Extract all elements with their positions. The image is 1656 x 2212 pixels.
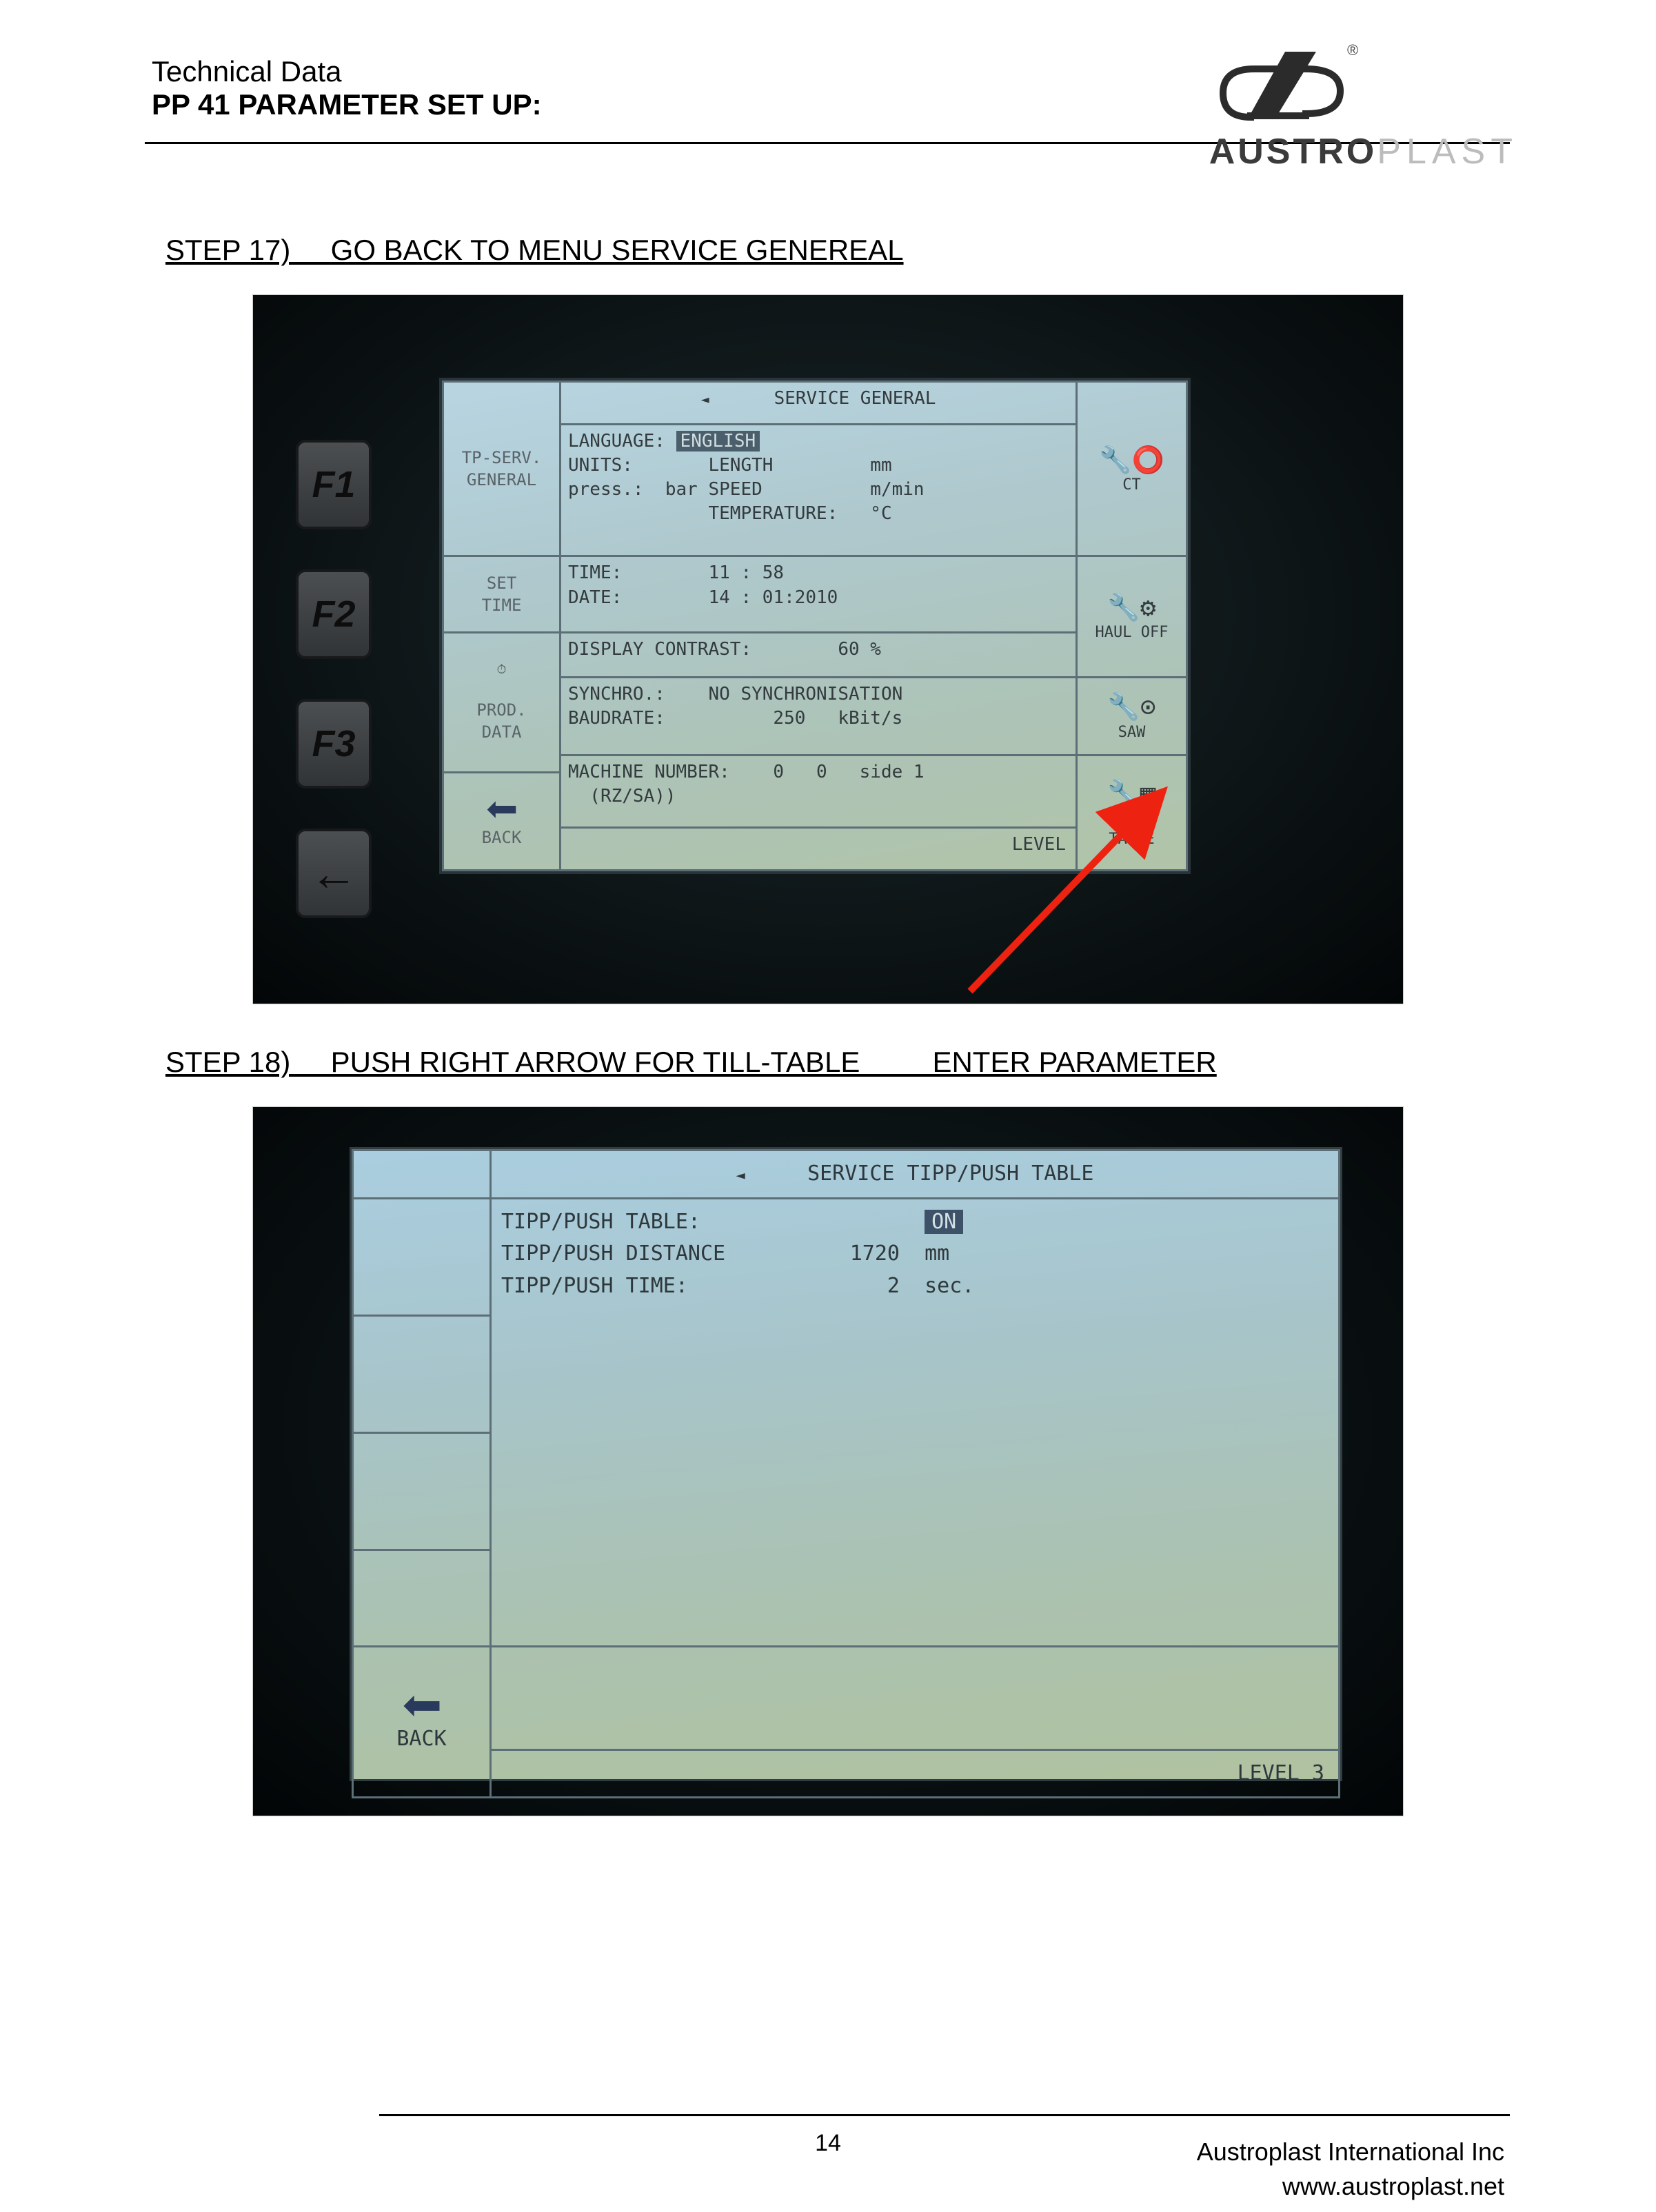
lcd-screen-1: TP-SERV. GENERAL ◄ SERVICE GENERAL 🔧⭕CT … [439,378,1191,874]
panel-blank [491,1646,1340,1749]
lcd-screen-2: ◄ SERVICE TIPP/PUSH TABLE TIPP/PUSH TABL… [350,1147,1342,1781]
nav-blank-5 [353,1550,491,1646]
step-17-heading: STEP 17) GO BACK TO MENU SERVICE GENEREA… [165,234,1504,267]
back-arrow-icon: ⬅ [451,793,552,826]
footer-url: www.austroplast.net [1197,2169,1504,2204]
nav-back-2[interactable]: ⬅BACK [353,1646,491,1798]
brand-bold: AUSTRO [1209,132,1377,172]
nav-blank-1 [353,1150,491,1199]
back-arrow-icon: ⬅ [363,1689,480,1723]
nav-blank-2 [353,1198,491,1315]
page-header: Technical Data PP 41 PARAMETER SET UP: ®… [152,55,1504,121]
language-value[interactable]: ENGLISH [676,431,760,451]
nav-tp-serv-general[interactable]: TP-SERV. GENERAL [443,382,561,556]
left-arrow-key[interactable]: ← [296,829,372,918]
nav-prod-data[interactable]: ⏱PROD. DATA [443,633,561,772]
brand-light: PLAST [1377,132,1518,172]
panel-contrast: DISPLAY CONTRAST: 60 % [561,633,1077,677]
wrench-icon: 🔧⊙ [1084,689,1179,724]
screen1-title: ◄ SERVICE GENERAL [561,382,1077,425]
screenshot-2: ◄ SERVICE TIPP/PUSH TABLE TIPP/PUSH TABL… [252,1106,1404,1816]
panel-language-units: LANGUAGE: ENGLISH UNITS: LENGTH mm press… [561,424,1077,556]
svg-text:®: ® [1347,41,1358,59]
f2-key[interactable]: F2 [296,569,372,659]
screenshot-1: F1 F2 F3 ← TP-SERV. GENERAL ◄ SERVICE GE… [252,294,1404,1004]
footer-company: Austroplast International Inc [1197,2135,1504,2169]
wrench-icon: 🔧▦ [1084,776,1179,811]
nav-back[interactable]: ⬅BACK [443,772,561,870]
nav-blank-4 [353,1432,491,1550]
nav-set-time[interactable]: SET TIME [443,556,561,633]
panel-synchro-baud: SYNCHRO.: NO SYNCHRONISATION BAUDRATE: 2… [561,677,1077,755]
tipp-push-table-value[interactable]: ON [925,1210,963,1234]
panel-machine-number: MACHINE NUMBER: 0 0 side 1 (RZ/SA)) [561,755,1077,828]
side-tipp-table[interactable]: 🔧▦TIPP- TABLE [1077,755,1187,871]
level-3-cell: LEVEL 3 [491,1749,1340,1798]
level-cell: LEVEL [561,828,1077,871]
brand-logo: ® AUSTROPLAST [1209,41,1518,172]
panel-tipp-push: TIPP/PUSH TABLE: ON TIPP/PUSH DISTANCE 1… [491,1198,1340,1646]
step-18-heading: STEP 18) PUSH RIGHT ARROW FOR TILL-TABLE… [165,1046,1504,1079]
side-haul-off[interactable]: 🔧⚙HAUL OFF [1077,556,1187,677]
wrench-icon: 🔧⚙ [1084,590,1179,625]
f3-key[interactable]: F3 [296,699,372,789]
page-footer: 14 Austroplast International Inc www.aus… [152,2114,1504,2157]
nav-blank-3 [353,1315,491,1432]
screen2-title: ◄ SERVICE TIPP/PUSH TABLE [491,1150,1340,1199]
logo-icon: ® [1209,41,1361,131]
panel-time-date: TIME: 11 : 58 DATE: 14 : 01:2010 [561,556,1077,633]
wrench-icon: 🔧⭕ [1084,443,1179,478]
side-ct[interactable]: 🔧⭕CT [1077,382,1187,556]
side-saw[interactable]: 🔧⊙SAW [1077,677,1187,755]
f1-key[interactable]: F1 [296,440,372,529]
